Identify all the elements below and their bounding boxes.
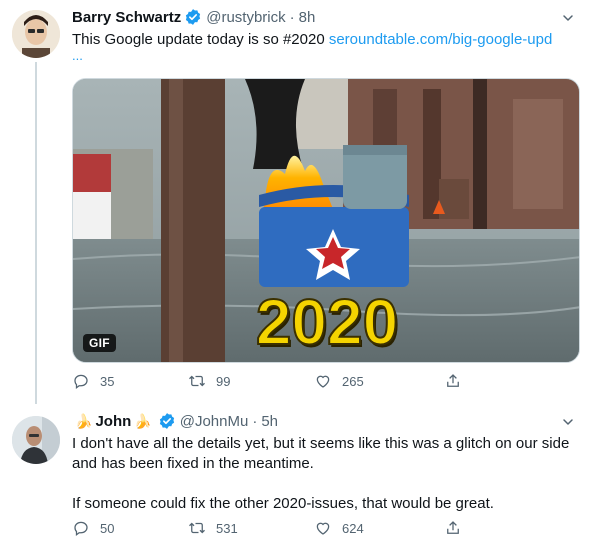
separator-dot: · (252, 412, 258, 430)
like-button[interactable]: 624 (314, 519, 364, 537)
retweet-count: 99 (216, 373, 231, 389)
share-button[interactable] (444, 372, 472, 390)
tweet-text: This Google update today is so #2020 ser… (72, 30, 572, 50)
display-name[interactable]: John (95, 413, 131, 430)
avatar[interactable] (12, 10, 60, 58)
tweet-body: This Google update today is so #2020 (72, 31, 329, 48)
tweet-header: 🍌 John 🍌 @JohnMu · 5h (72, 411, 278, 431)
reply-count: 35 (100, 373, 115, 389)
retweet-icon (189, 522, 205, 534)
reply-count: 50 (100, 520, 115, 536)
like-count: 265 (342, 373, 364, 389)
retweet-button[interactable]: 531 (188, 519, 238, 537)
gif-caption-text: 2020 (256, 286, 398, 358)
gif-media[interactable]: 2020 2020 GIF (72, 78, 580, 363)
caret-down-icon[interactable] (562, 12, 574, 24)
gif-caption: 2020 2020 (255, 285, 400, 361)
reply-button[interactable]: 50 (72, 519, 114, 537)
share-icon (447, 374, 459, 387)
handle[interactable]: @JohnMu (180, 413, 249, 430)
thread-line (35, 62, 37, 404)
banana-emoji: 🍌 (75, 412, 93, 429)
banana-emoji: 🍌 (134, 412, 152, 429)
tweet-actions: 35 99 265 (72, 372, 492, 394)
like-count: 624 (342, 520, 364, 536)
share-icon (447, 521, 459, 534)
reply-icon (74, 374, 88, 390)
retweet-icon (189, 375, 205, 387)
like-button[interactable]: 265 (314, 372, 364, 390)
caret-down-icon[interactable] (562, 416, 574, 428)
avatar[interactable] (12, 416, 60, 464)
tweet-paragraph: If someone could fix the other 2020-issu… (72, 495, 494, 512)
verified-icon (159, 413, 174, 429)
timestamp[interactable]: 8h (299, 9, 316, 26)
tweet-actions: 50 531 624 (72, 519, 492, 541)
reply-button[interactable]: 35 (72, 372, 114, 390)
tweet-text: I don't have all the details yet, but it… (72, 434, 572, 514)
link-ellipsis[interactable]: ... (72, 48, 83, 63)
tweet[interactable]: 🍌 John 🍌 @JohnMu · 5h I don't have all t… (0, 404, 590, 546)
handle[interactable]: @rustybrick (206, 9, 285, 26)
display-name[interactable]: Barry Schwartz (72, 9, 181, 26)
tweet-header: Barry Schwartz @rustybrick · 8h (72, 7, 315, 27)
gif-badge: GIF (83, 334, 116, 352)
retweet-count: 531 (216, 520, 238, 536)
tweet[interactable]: Barry Schwartz @rustybrick · 8h This Goo… (0, 0, 590, 404)
like-icon (316, 375, 330, 388)
tweet-link[interactable]: seroundtable.com/big-google-upd (329, 31, 552, 48)
tweet-paragraph: I don't have all the details yet, but it… (72, 435, 570, 472)
reply-icon (74, 521, 88, 537)
separator-dot: · (289, 8, 295, 26)
verified-icon (186, 9, 201, 25)
like-icon (316, 522, 330, 535)
share-button[interactable] (444, 519, 472, 537)
retweet-button[interactable]: 99 (188, 372, 230, 390)
timestamp[interactable]: 5h (261, 413, 278, 430)
